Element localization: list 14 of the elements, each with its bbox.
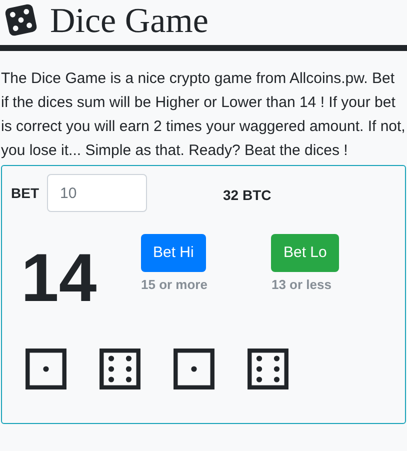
bet-hint: 15 or more (141, 276, 208, 294)
bet-lo-button[interactable]: Bet Lo (271, 234, 339, 272)
bet-hint: 13 or less (271, 276, 332, 294)
dice-sum: 14 (20, 239, 98, 312)
die-icon (173, 348, 215, 390)
intro-paragraph: The Dice Game is a nice crypto game from Allcoins.pw. Bet if the dices sum will be Higher or Lower than 14 ! If your bet is correct you will earn 2 times your waggered amount. If not, you lose it... Simple as that. Ready? Beat the dices ! (0, 69, 406, 161)
die-icon (99, 348, 141, 390)
bet-field[interactable]: 10 (47, 174, 147, 212)
balance-text: 32 BTC (223, 186, 272, 205)
page-title: Dice Game (50, 2, 208, 38)
die-icon (247, 348, 289, 390)
die-icon (25, 348, 67, 390)
bet-hi-button[interactable]: Bet Hi (141, 234, 206, 272)
bet-label: BET (11, 184, 39, 203)
